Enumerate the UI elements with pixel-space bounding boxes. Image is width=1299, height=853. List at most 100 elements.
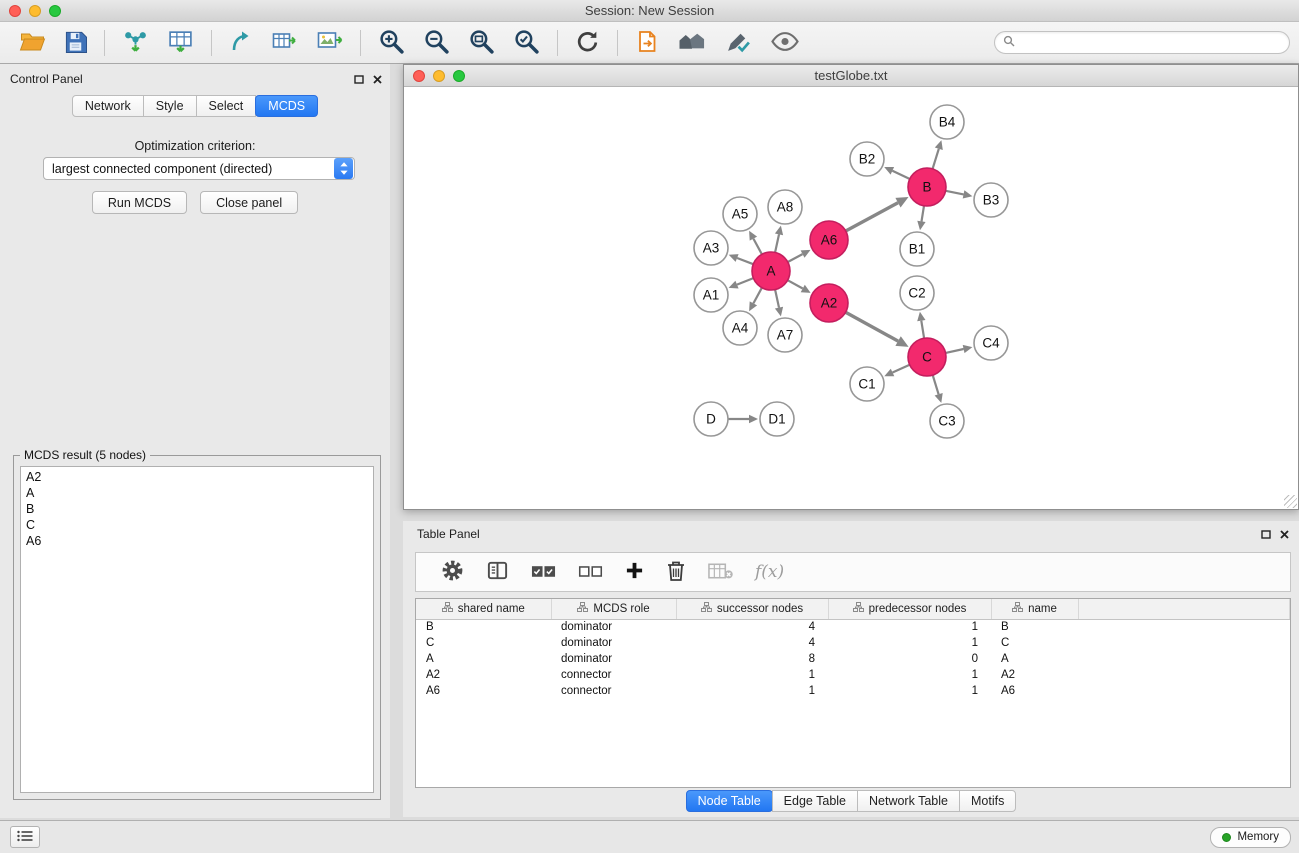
cell-name[interactable]: A (991, 651, 1078, 667)
graph-node-C3[interactable]: C3 (930, 404, 964, 438)
network-window-titlebar[interactable]: testGlobe.txt (404, 65, 1298, 87)
function-builder-button[interactable]: f(x) (755, 562, 784, 582)
graph-node-A2[interactable]: A2 (810, 284, 848, 322)
cell-successor-nodes[interactable]: 1 (676, 683, 828, 699)
graph-node-A4[interactable]: A4 (723, 311, 757, 345)
cell-MCDS-role[interactable]: dominator (551, 651, 676, 667)
network-close-button[interactable] (413, 70, 425, 82)
tab-select[interactable]: Select (196, 95, 257, 117)
graph-node-C1[interactable]: C1 (850, 367, 884, 401)
graph-edge-A-A4[interactable] (753, 288, 762, 304)
result-item[interactable]: C (22, 517, 372, 533)
cell-name[interactable]: C (991, 635, 1078, 651)
import-network-button[interactable] (122, 29, 149, 57)
session-from-file-button[interactable] (635, 29, 659, 57)
criterion-dropdown[interactable]: largest connected component (directed) (43, 157, 355, 180)
float-table-panel-icon[interactable] (1261, 530, 1271, 539)
graph-node-A1[interactable]: A1 (694, 278, 728, 312)
graph-edge-C-C2[interactable] (921, 321, 924, 339)
cell-predecessor-nodes[interactable]: 1 (828, 635, 991, 651)
cell-successor-nodes[interactable]: 1 (676, 667, 828, 683)
apply-layout-button[interactable] (575, 29, 600, 57)
close-table-panel-icon[interactable] (1280, 530, 1289, 539)
graph-node-C4[interactable]: C4 (974, 326, 1008, 360)
graph-node-B1[interactable]: B1 (900, 232, 934, 266)
close-panel-icon[interactable] (373, 75, 382, 84)
close-window-button[interactable] (9, 5, 21, 17)
export-table-button[interactable] (271, 29, 298, 56)
graph-edge-A6-B[interactable] (846, 203, 898, 231)
float-panel-icon[interactable] (354, 75, 364, 84)
graph-node-A3[interactable]: A3 (694, 231, 728, 265)
zoom-selected-button[interactable] (513, 28, 540, 58)
export-network-button[interactable] (229, 29, 253, 56)
network-overview-button[interactable] (677, 29, 707, 57)
import-table-button[interactable] (167, 29, 194, 57)
network-zoom-button[interactable] (453, 70, 465, 82)
cell-MCDS-role[interactable]: dominator (551, 635, 676, 651)
table-row[interactable]: A2connector11A2 (416, 667, 1290, 683)
tab-network[interactable]: Network (72, 95, 144, 117)
graph-edge-A-A7[interactable] (775, 290, 779, 308)
mcds-result-list[interactable]: A2ABCA6 (20, 466, 374, 793)
cell-predecessor-nodes[interactable]: 1 (828, 619, 991, 635)
table-tab-edge-table[interactable]: Edge Table (772, 790, 858, 812)
network-canvas[interactable]: B4B2BB3A5A8A6B1A3AA1C2A2A4A7C4C1CC3DD1 (404, 88, 1298, 509)
task-history-button[interactable] (10, 826, 40, 848)
cell-predecessor-nodes[interactable]: 0 (828, 651, 991, 667)
graph-edge-B-B2[interactable] (892, 171, 909, 179)
run-mcds-button[interactable]: Run MCDS (92, 191, 187, 214)
graph-edge-B-B4[interactable] (933, 149, 939, 169)
column-header-predecessor-nodes[interactable]: predecessor nodes (828, 599, 991, 619)
cell-predecessor-nodes[interactable]: 1 (828, 667, 991, 683)
graph-edge-C-C3[interactable] (933, 375, 939, 394)
graph-node-A6[interactable]: A6 (810, 221, 848, 259)
table-row[interactable]: Bdominator41B (416, 619, 1290, 635)
column-header-MCDS-role[interactable]: MCDS role (551, 599, 676, 619)
result-item[interactable]: A6 (22, 533, 372, 549)
graph-node-C[interactable]: C (908, 338, 946, 376)
graph-node-A5[interactable]: A5 (723, 197, 757, 231)
minimize-window-button[interactable] (29, 5, 41, 17)
cell-name[interactable]: A2 (991, 667, 1078, 683)
graph-edge-B-B3[interactable] (946, 191, 964, 195)
show-columns-button[interactable] (486, 559, 509, 585)
close-panel-button[interactable]: Close panel (200, 191, 298, 214)
result-item[interactable]: A (22, 485, 372, 501)
cell-shared-name[interactable]: A6 (416, 683, 551, 699)
search-field[interactable] (994, 31, 1290, 54)
deselect-all-columns-button[interactable] (578, 561, 603, 584)
zoom-fit-button[interactable] (468, 28, 495, 58)
cell-predecessor-nodes[interactable]: 1 (828, 683, 991, 699)
graph-node-B3[interactable]: B3 (974, 183, 1008, 217)
table-row[interactable]: Adominator80A (416, 651, 1290, 667)
cell-shared-name[interactable]: B (416, 619, 551, 635)
delete-table-button[interactable] (708, 561, 733, 584)
cell-MCDS-role[interactable]: connector (551, 667, 676, 683)
cell-shared-name[interactable]: A2 (416, 667, 551, 683)
table-settings-button[interactable] (441, 559, 464, 585)
zoom-in-button[interactable] (378, 28, 405, 58)
apply-style-button[interactable] (725, 29, 752, 57)
show-hide-details-button[interactable] (770, 30, 800, 56)
table-tab-network-table[interactable]: Network Table (857, 790, 960, 812)
graph-node-A7[interactable]: A7 (768, 318, 802, 352)
export-image-button[interactable] (316, 29, 343, 56)
cell-shared-name[interactable]: C (416, 635, 551, 651)
graph-edge-A2-C[interactable] (846, 312, 899, 341)
zoom-out-button[interactable] (423, 28, 450, 58)
table-tab-motifs[interactable]: Motifs (959, 790, 1016, 812)
network-minimize-button[interactable] (433, 70, 445, 82)
column-header-successor-nodes[interactable]: successor nodes (676, 599, 828, 619)
cell-MCDS-role[interactable]: dominator (551, 619, 676, 635)
graph-edge-A-A2[interactable] (788, 280, 803, 288)
graph-node-C2[interactable]: C2 (900, 276, 934, 310)
tab-style[interactable]: Style (143, 95, 197, 117)
resize-grip[interactable] (1284, 495, 1297, 508)
graph-edge-A-A6[interactable] (788, 254, 803, 262)
cell-successor-nodes[interactable]: 4 (676, 619, 828, 635)
tab-mcds[interactable]: MCDS (255, 95, 318, 117)
cell-MCDS-role[interactable]: connector (551, 683, 676, 699)
cell-successor-nodes[interactable]: 4 (676, 635, 828, 651)
graph-edge-A-A8[interactable] (775, 234, 779, 252)
